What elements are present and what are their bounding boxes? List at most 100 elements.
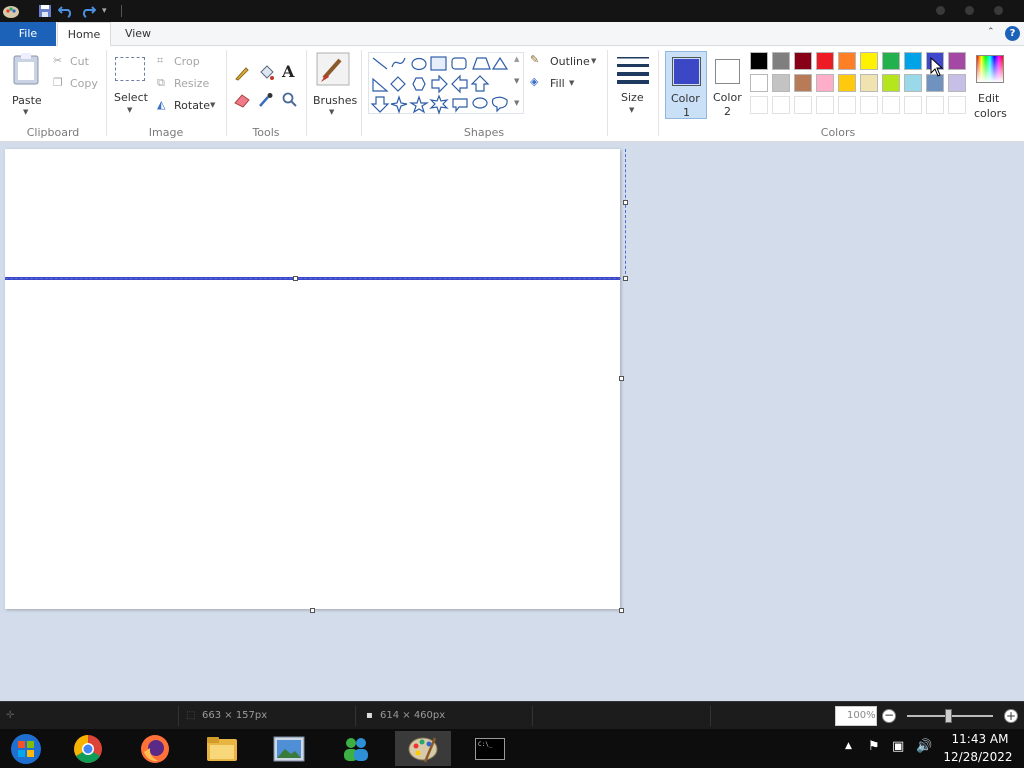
selection-handle-corner[interactable] (623, 276, 628, 281)
save-icon[interactable] (38, 4, 52, 18)
shapes-scroll-up-icon[interactable]: ▲ (514, 55, 519, 63)
minimize-ribbon-icon[interactable]: ⌃ (987, 27, 995, 37)
select-button[interactable]: Select ▼ (112, 52, 150, 118)
canvas-resize-handle-right[interactable] (619, 376, 624, 381)
selection-handle-bottom[interactable] (293, 276, 298, 281)
paste-dropdown-icon: ▼ (23, 108, 29, 116)
volume-icon[interactable]: 🔊 (916, 739, 932, 754)
redo-icon[interactable] (80, 4, 97, 18)
palette-swatch[interactable] (838, 74, 856, 92)
customize-toolbar-icon[interactable]: ▾ (102, 6, 107, 16)
outline-label: Outline (550, 55, 590, 68)
palette-swatch[interactable] (772, 52, 790, 70)
selection-handle-right[interactable] (623, 200, 628, 205)
palette-swatch[interactable] (948, 74, 966, 92)
palette-swatch[interactable] (816, 52, 834, 70)
palette-swatch[interactable] (838, 52, 856, 70)
palette-empty-slot[interactable] (904, 96, 922, 114)
edit-colors-button[interactable]: Edit colors (970, 50, 1012, 120)
palette-swatch[interactable] (948, 52, 966, 70)
brushes-label: Brushes (313, 94, 358, 107)
palette-empty-slot[interactable] (860, 96, 878, 114)
palette-empty-slot[interactable] (926, 96, 944, 114)
color2-label-line1: Color (713, 91, 742, 104)
drawing-workspace[interactable] (0, 143, 1024, 701)
eraser-icon[interactable] (233, 92, 251, 108)
taskbar-messenger[interactable] (328, 731, 384, 766)
shapes-gallery[interactable]: ▲ ▼ ▼ (368, 52, 524, 115)
palette-swatch[interactable] (882, 74, 900, 92)
tab-file[interactable]: File (0, 22, 56, 46)
outline-button[interactable]: ✎ Outline ▼ (530, 53, 600, 70)
taskbar-photo-viewer[interactable] (261, 731, 317, 766)
undo-icon[interactable] (57, 4, 74, 18)
taskbar-command-prompt[interactable]: C:\_ (462, 731, 518, 766)
palette-swatch[interactable] (904, 52, 922, 70)
palette-empty-slot[interactable] (816, 96, 834, 114)
zoom-out-icon[interactable]: − (882, 709, 896, 723)
fill-bucket-icon[interactable] (257, 64, 275, 82)
palette-swatch[interactable] (860, 52, 878, 70)
help-icon[interactable]: ? (1005, 26, 1020, 41)
taskbar-firefox[interactable] (127, 731, 183, 766)
palette-empty-slot[interactable] (838, 96, 856, 114)
selection-size-text: 663 × 157px (202, 710, 268, 721)
pencil-icon[interactable] (233, 64, 251, 82)
palette-swatch[interactable] (904, 74, 922, 92)
paste-button[interactable]: Paste ▼ (8, 50, 46, 120)
quick-access-toolbar: ▾ (0, 3, 122, 19)
network-icon[interactable]: ▣ (892, 739, 904, 754)
fill-button[interactable]: ◈ Fill ▼ (530, 75, 600, 92)
action-center-flag-icon[interactable]: ⚑ (868, 739, 880, 754)
tab-view[interactable]: View (114, 22, 162, 46)
rotate-button[interactable]: ◭ Rotate ▼ (157, 98, 219, 114)
close-icon[interactable] (994, 6, 1003, 15)
color2-button[interactable]: Color 2 (709, 51, 747, 119)
paint-app-icon[interactable] (2, 3, 20, 19)
taskbar-chrome[interactable] (60, 731, 116, 766)
cut-button[interactable]: ✂ Cut (53, 54, 97, 70)
color-picker-icon[interactable] (257, 92, 275, 108)
palette-empty-slot[interactable] (948, 96, 966, 114)
palette-swatch[interactable] (816, 74, 834, 92)
shapes-more-icon[interactable]: ▼ (514, 99, 519, 107)
color1-button[interactable]: Color 1 (665, 51, 707, 119)
palette-empty-slot[interactable] (882, 96, 900, 114)
canvas-size-text: 614 × 460px (380, 710, 446, 721)
start-button[interactable] (0, 731, 52, 766)
brushes-button[interactable]: Brushes ▼ (310, 50, 358, 120)
palette-swatch[interactable] (750, 74, 768, 92)
palette-empty-slot[interactable] (750, 96, 768, 114)
maximize-icon[interactable] (965, 6, 974, 15)
palette-swatch[interactable] (794, 52, 812, 70)
canvas-resize-handle-corner[interactable] (619, 608, 624, 613)
text-tool-icon[interactable]: A (282, 62, 294, 81)
copy-button[interactable]: ❐ Copy (53, 76, 103, 92)
zoom-in-icon[interactable]: + (1004, 709, 1018, 723)
divider (106, 50, 107, 136)
selection-rectangle[interactable] (5, 149, 626, 279)
shapes-gallery-icons (370, 56, 509, 115)
crop-button[interactable]: ⌗ Crop (157, 54, 217, 70)
minimize-icon[interactable] (936, 6, 945, 15)
show-hidden-icons-icon[interactable]: ▲ (845, 741, 852, 751)
palette-swatch[interactable] (772, 74, 790, 92)
clock-time[interactable]: 11:43 AM (940, 732, 1020, 746)
clock-date[interactable]: 12/28/2022 (938, 750, 1018, 764)
zoom-slider-thumb[interactable] (945, 709, 952, 723)
taskbar-file-explorer[interactable] (194, 731, 250, 766)
size-button[interactable]: Size ▼ (612, 52, 654, 118)
palette-swatch[interactable] (750, 52, 768, 70)
palette-swatch[interactable] (860, 74, 878, 92)
palette-empty-slot[interactable] (794, 96, 812, 114)
palette-swatch[interactable] (882, 52, 900, 70)
palette-swatch[interactable] (794, 74, 812, 92)
magnifier-icon[interactable] (281, 92, 299, 108)
resize-button[interactable]: ⧉ Resize (157, 76, 217, 92)
palette-empty-slot[interactable] (772, 96, 790, 114)
tab-home[interactable]: Home (57, 22, 111, 47)
taskbar-paint[interactable] (395, 731, 451, 766)
messenger-icon (344, 737, 368, 761)
shapes-scroll-down-icon[interactable]: ▼ (514, 77, 519, 85)
canvas-resize-handle-bottom[interactable] (310, 608, 315, 613)
